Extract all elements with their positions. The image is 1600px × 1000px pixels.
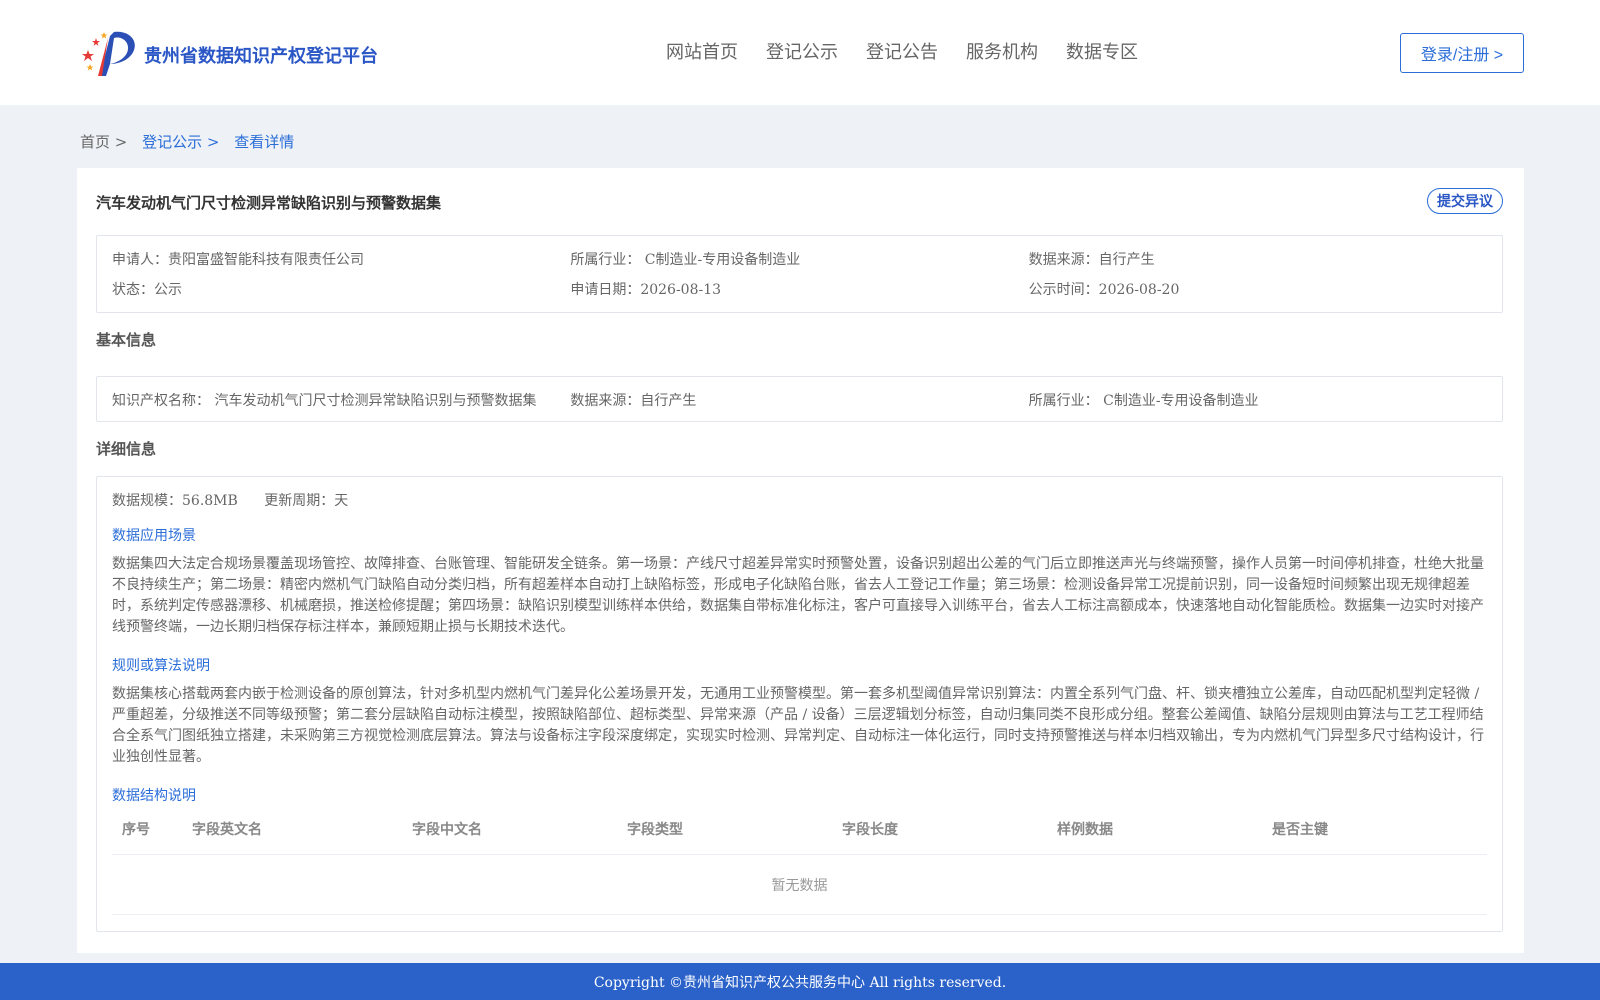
publicity-date: 公示时间：2026-08-20 <box>1028 282 1180 298</box>
algorithm-heading: 规则或算法说明 <box>112 658 210 674</box>
nav-registration-publicity[interactable]: 登记公示 <box>766 38 838 64</box>
col-type: 字段类型 <box>627 821 683 838</box>
col-chinese-name: 字段中文名 <box>412 821 482 838</box>
summary-box: 申请人：贵阳富盛智能科技有限责任公司 所属行业： C制造业-专用设备制造业 数据… <box>96 235 1503 313</box>
scene-text: 数据集四大法定合规场景覆盖现场管控、故障排查、台账管理、智能研发全链条。第一场景… <box>112 556 1484 635</box>
nav-data-zone[interactable]: 数据专区 <box>1066 38 1138 64</box>
submit-dispute-button[interactable]: 提交异议 <box>1427 188 1503 214</box>
data-scale: 数据规模：56.8MB <box>112 493 238 509</box>
platform-title[interactable]: 贵州省数据知识产权登记平台 <box>144 42 378 68</box>
main-nav: 网站首页 登记公示 登记公告 服务机构 数据专区 <box>666 38 1138 64</box>
col-index: 序号 <box>122 821 150 838</box>
basic-industry: 所属行业： C制造业-专用设备制造业 <box>1028 393 1259 409</box>
nav-registration-announcement[interactable]: 登记公告 <box>866 38 938 64</box>
basic-info-box: 知识产权名称： 汽车发动机气门尺寸检测异常缺陷识别与预警数据集 数据来源：自行产… <box>96 376 1503 422</box>
applicant: 申请人：贵阳富盛智能科技有限责任公司 <box>112 252 364 268</box>
apply-date: 申请日期：2026-08-13 <box>570 282 722 298</box>
site-footer: Copyright ©贵州省知识产权公共服务中心 All rights rese… <box>0 963 1600 1000</box>
breadcrumb-publicity[interactable]: 登记公示 > <box>142 133 219 151</box>
col-primary-key: 是否主键 <box>1272 821 1328 838</box>
nav-home[interactable]: 网站首页 <box>666 38 738 64</box>
detail-card: 汽车发动机气门尺寸检测异常缺陷识别与预警数据集 提交异议 申请人：贵阳富盛智能科… <box>77 168 1524 953</box>
status: 状态：公示 <box>112 282 182 298</box>
basic-data-source: 数据来源：自行产生 <box>570 393 697 409</box>
breadcrumb-home[interactable]: 首页 > <box>80 133 127 151</box>
platform-logo-icon[interactable] <box>80 28 138 78</box>
login-register-button[interactable]: 登录/注册 > <box>1400 33 1524 73</box>
structure-heading: 数据结构说明 <box>112 788 196 804</box>
table-empty-state: 暂无数据 <box>112 855 1487 915</box>
detail-info-box: 数据规模：56.8MB 更新周期：天 数据应用场景 数据集四大法定合规场景覆盖现… <box>96 476 1503 932</box>
structure-table: 序号 字段英文名 字段中文名 字段类型 字段长度 样例数据 是否主键 暂无数据 <box>112 803 1487 915</box>
algorithm-text: 数据集核心搭载两套内嵌于检测设备的原创算法，针对多机型内燃机气门差异化公差场景开… <box>112 686 1484 765</box>
dataset-title: 汽车发动机气门尺寸检测异常缺陷识别与预警数据集 <box>96 194 442 212</box>
detail-info-heading: 详细信息 <box>96 440 157 458</box>
breadcrumb: 首页 > 登记公示 > 查看详情 <box>80 131 304 152</box>
col-english-name: 字段英文名 <box>192 821 262 838</box>
industry: 所属行业： C制造业-专用设备制造业 <box>570 252 801 268</box>
basic-info-heading: 基本信息 <box>96 331 157 349</box>
site-header: 贵州省数据知识产权登记平台 网站首页 登记公示 登记公告 服务机构 数据专区 登… <box>0 0 1600 105</box>
nav-service-agencies[interactable]: 服务机构 <box>966 38 1038 64</box>
table-header: 序号 字段英文名 字段中文名 字段类型 字段长度 样例数据 是否主键 <box>112 803 1487 855</box>
update-cycle: 更新周期：天 <box>264 493 349 509</box>
data-source: 数据来源：自行产生 <box>1028 252 1155 268</box>
ip-name: 知识产权名称： 汽车发动机气门尺寸检测异常缺陷识别与预警数据集 <box>112 393 537 409</box>
col-length: 字段长度 <box>842 821 898 838</box>
breadcrumb-current: 查看详情 <box>234 133 295 151</box>
data-meta: 数据规模：56.8MB 更新周期：天 <box>112 490 370 510</box>
col-sample: 样例数据 <box>1057 821 1113 838</box>
scene-heading: 数据应用场景 <box>112 528 196 544</box>
